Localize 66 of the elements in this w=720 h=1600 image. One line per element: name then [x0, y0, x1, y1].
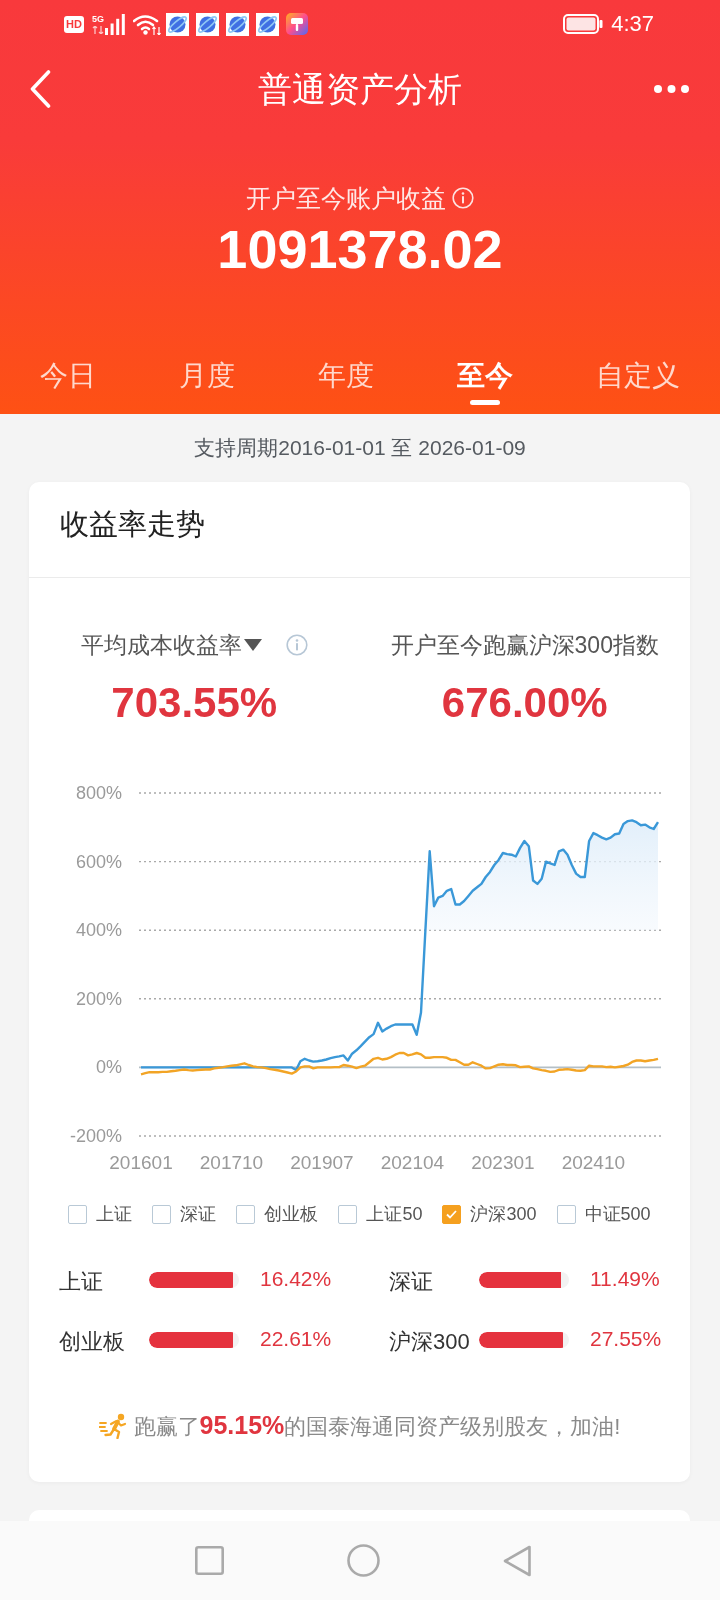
index-name: 沪深300	[389, 1328, 470, 1356]
circle-icon	[346, 1544, 380, 1577]
axis-label: 400%	[75, 920, 122, 941]
metric-value: 703.55%	[111, 678, 278, 728]
index-return: 27.55%	[590, 1326, 662, 1352]
index-return: 16.42%	[260, 1266, 332, 1292]
info-icon[interactable]	[285, 634, 308, 656]
index-name: 上证	[59, 1268, 103, 1296]
metric-value: 676.00%	[441, 678, 608, 728]
checkbox[interactable]	[338, 1204, 358, 1224]
runner-icon	[98, 1413, 128, 1439]
planet-icon	[255, 12, 279, 36]
card-title: 收益率走势	[60, 509, 205, 539]
network-badge: HD	[64, 15, 84, 33]
metric-label: 开户至今跑赢沪深300指数	[390, 631, 659, 660]
axis-label: 202104	[380, 1151, 445, 1173]
axis-label: 200%	[75, 988, 122, 1009]
planet-icon	[165, 12, 189, 36]
checkbox-label[interactable]: 上证50	[366, 1202, 423, 1226]
checkbox-label[interactable]: 上证	[96, 1202, 133, 1226]
checkbox[interactable]	[236, 1204, 256, 1224]
square-icon	[194, 1546, 224, 1575]
checkbox[interactable]	[442, 1204, 462, 1224]
clock-time: 4:37	[611, 11, 654, 37]
summary-amount: 1091378.02	[217, 219, 503, 279]
index-return: 11.49%	[590, 1266, 660, 1292]
axis-label: -200%	[69, 1126, 122, 1146]
ranking-message: 跑赢了95.15%的国泰海通同资产级别股友，加油!	[133, 1410, 621, 1441]
planet-icon	[195, 12, 219, 36]
planet-icon	[225, 12, 249, 36]
index-name: 深证	[389, 1268, 433, 1296]
summary-label: 开户至今账户收益	[246, 183, 446, 213]
page-title: 普通资产分析	[257, 69, 462, 109]
checkbox-label[interactable]: 深证	[180, 1202, 217, 1226]
tab-indicator	[470, 400, 500, 405]
axis-label: 202301	[471, 1151, 535, 1173]
battery-icon	[563, 14, 604, 34]
checkbox[interactable]	[68, 1204, 88, 1224]
index-return: 22.61%	[260, 1326, 332, 1352]
checkbox[interactable]	[152, 1204, 172, 1224]
index-name: 创业板	[59, 1328, 125, 1356]
wifi-icon	[132, 13, 161, 35]
triangle-icon	[502, 1544, 532, 1577]
axis-label: 201710	[199, 1151, 264, 1173]
back-button[interactable]	[30, 70, 51, 108]
caret-icon	[243, 639, 262, 651]
signal-icon	[104, 13, 125, 35]
axis-label: 600%	[75, 851, 122, 872]
more-icon	[654, 85, 689, 93]
checkbox-label[interactable]: 中证500	[584, 1202, 651, 1226]
axis-label: 201907	[290, 1151, 354, 1173]
axis-label: 0%	[96, 1057, 122, 1078]
metric-dropdown[interactable]: 平均成本收益率	[80, 630, 262, 660]
axis-label: 201601	[109, 1151, 173, 1173]
more-button[interactable]	[654, 85, 689, 93]
period-text: 支持周期2016-01-01 至 2026-01-09	[194, 435, 526, 461]
checkbox-label[interactable]: 创业板	[264, 1202, 319, 1226]
check-icon	[446, 1209, 458, 1219]
network-type: 5G	[91, 14, 104, 24]
data-arrows-icon	[91, 25, 104, 34]
axis-label: 202410	[561, 1151, 626, 1173]
axis-label: 800%	[75, 783, 122, 803]
checkbox[interactable]	[556, 1204, 576, 1224]
checkbox-label[interactable]: 沪深300	[470, 1202, 537, 1226]
app-icon	[285, 13, 308, 35]
chevron-left-icon	[30, 70, 51, 108]
